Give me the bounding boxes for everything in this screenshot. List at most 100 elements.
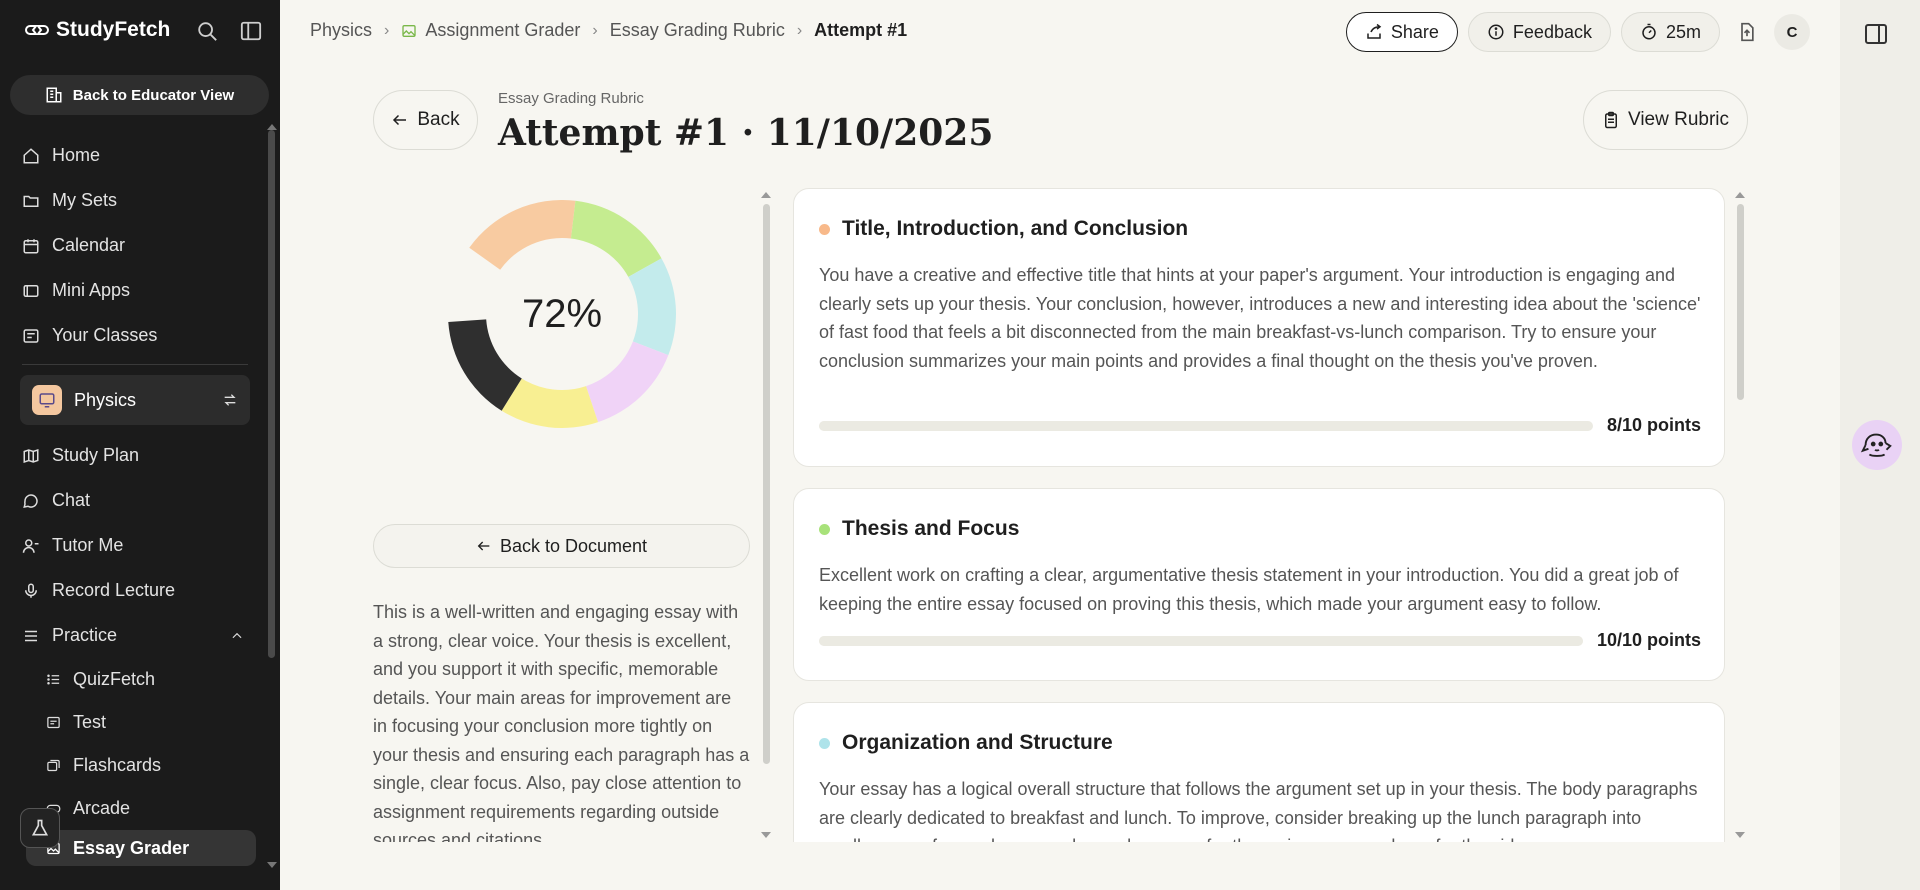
- criterion-dot: [819, 223, 830, 235]
- mascot-assistant-button[interactable]: [1852, 420, 1902, 470]
- score-label: 72%: [521, 291, 603, 336]
- sidebar-item-label: Essay Grader: [73, 837, 190, 858]
- sidebar-item-study-plan[interactable]: Study Plan: [0, 433, 270, 478]
- lab-button[interactable]: [20, 808, 60, 848]
- breadcrumb-label: Assignment Grader: [425, 20, 581, 40]
- sidebar-item-my-sets[interactable]: My Sets: [0, 178, 270, 223]
- sidebar-item-essay-grader[interactable]: Essay Grader: [26, 830, 256, 866]
- topbar: Physics › Assignment Grader › Essay Grad…: [280, 0, 1840, 66]
- share-label: Share: [1390, 21, 1439, 42]
- sidebar-item-record-lecture[interactable]: Record Lecture: [0, 568, 270, 613]
- chevron-right-icon: ›: [796, 21, 803, 39]
- score-donut: 72%: [448, 200, 676, 428]
- home-icon: [23, 147, 39, 163]
- criterion-points: 10/10 points: [1596, 630, 1701, 650]
- sidebar-item-quizfetch[interactable]: QuizFetch: [0, 658, 270, 701]
- page-eyebrow: Essay Grading Rubric: [498, 90, 644, 107]
- back-button[interactable]: Back: [373, 90, 478, 150]
- monitor-icon: [39, 393, 55, 408]
- mascot-dog-icon: [1860, 433, 1892, 457]
- breadcrumb-assignment-grader[interactable]: Assignment Grader: [401, 20, 580, 41]
- sidebar-item-label: QuizFetch: [73, 669, 156, 689]
- back-label: Back: [417, 109, 460, 130]
- sidebar-item-label: Flashcards: [73, 755, 162, 775]
- breadcrumb-physics[interactable]: Physics: [310, 20, 372, 41]
- folder-icon: [23, 195, 39, 207]
- criterion-progress-fill: [819, 635, 1583, 646]
- list-icon: [47, 674, 60, 685]
- view-rubric-button[interactable]: View Rubric: [1583, 90, 1748, 150]
- left-scrollbar[interactable]: [763, 204, 770, 764]
- criterion-score-row: 8/10 points: [819, 415, 1701, 436]
- calendar-icon: [23, 238, 39, 253]
- sidebar-item-mini-apps[interactable]: Mini Apps: [0, 268, 270, 313]
- criterion-feedback: You have a creative and effective title …: [819, 265, 1701, 371]
- search-icon[interactable]: [196, 20, 218, 42]
- criterion-dot: [819, 737, 830, 749]
- sidebar-item-practice[interactable]: Practice: [0, 613, 270, 658]
- sidebar-item-home[interactable]: Home: [0, 133, 270, 178]
- criterion-card: Title, Introduction, and Conclusion You …: [793, 188, 1725, 467]
- sidebar-item-flashcards[interactable]: Flashcards: [0, 744, 270, 787]
- breadcrumb-essay-grading-rubric[interactable]: Essay Grading Rubric: [610, 20, 785, 41]
- chevron-right-icon: ›: [384, 21, 390, 39]
- criterion-dot: [819, 523, 830, 535]
- map-icon: [23, 448, 39, 463]
- sidebar-item-chat[interactable]: Chat: [0, 478, 270, 523]
- sidebar-item-your-classes[interactable]: Your Classes: [0, 313, 270, 358]
- sidebar-item-label: Test: [73, 712, 107, 732]
- sidebar-scrollbar[interactable]: [268, 130, 275, 658]
- sidebar-divider: [22, 364, 248, 365]
- top-actions: Share Feedback 25m C: [1345, 12, 1840, 52]
- building-icon: [46, 87, 62, 103]
- back-to-educator-label: Back to Educator View: [72, 86, 235, 104]
- panel-toggle-icon[interactable]: [1864, 22, 1888, 46]
- brand[interactable]: StudyFetch: [24, 18, 170, 42]
- cards-scroll-down[interactable]: [1735, 832, 1745, 838]
- flask-icon: [31, 819, 49, 836]
- criterion-title: Organization and Structure: [842, 731, 1113, 754]
- left-scroll-up[interactable]: [761, 192, 771, 198]
- sidebar-item-calendar[interactable]: Calendar: [0, 223, 270, 268]
- studyfetch-logo-icon: [24, 25, 50, 35]
- chat-icon: [23, 493, 38, 508]
- overall-feedback: This is a well-written and engaging essa…: [373, 602, 750, 842]
- apps-icon: [23, 284, 39, 297]
- swap-icon[interactable]: [222, 392, 238, 408]
- sidebar-nav: Home My Sets Calendar Mini Apps Your Cla…: [0, 133, 270, 866]
- criterion-header: Thesis and Focus: [819, 517, 1019, 541]
- criterion-card: Organization and Structure Your essay ha…: [793, 702, 1725, 842]
- class-switcher[interactable]: Physics: [20, 375, 250, 425]
- left-scroll-down[interactable]: [761, 832, 771, 838]
- chevron-up-icon[interactable]: [230, 629, 244, 643]
- sidebar-item-tutor-me[interactable]: Tutor Me: [0, 523, 270, 568]
- view-rubric-label: View Rubric: [1627, 109, 1730, 130]
- avatar-initial: C: [1786, 23, 1798, 41]
- sidebar-toggle-icon[interactable]: [240, 20, 262, 42]
- sidebar-item-label: Chat: [52, 490, 91, 510]
- criterion-header: Title, Introduction, and Conclusion: [819, 217, 1188, 241]
- feedback-button[interactable]: Feedback: [1467, 12, 1611, 52]
- cards-scrollbar[interactable]: [1737, 204, 1744, 400]
- timer-icon: [1642, 23, 1656, 40]
- cards-scroll-up[interactable]: [1735, 192, 1745, 198]
- avatar[interactable]: C: [1774, 14, 1810, 50]
- back-to-document-button[interactable]: Back to Document: [373, 524, 750, 568]
- criterion-feedback: Excellent work on crafting a clear, argu…: [819, 565, 1679, 614]
- upload-button[interactable]: [1730, 15, 1764, 49]
- timer-label: 25m: [1665, 21, 1701, 42]
- brand-name: StudyFetch: [56, 18, 171, 41]
- timer-button[interactable]: 25m: [1620, 12, 1720, 52]
- tutor-icon: [22, 538, 39, 553]
- page-title: Attempt #1 · 11/10/2025: [498, 112, 994, 154]
- share-button[interactable]: Share: [1345, 12, 1458, 52]
- sidebar-scroll-down[interactable]: [267, 862, 277, 868]
- criterion-header: Organization and Structure: [819, 731, 1113, 755]
- back-to-educator-button[interactable]: Back to Educator View: [10, 75, 269, 115]
- sidebar-item-test[interactable]: Test: [0, 701, 270, 744]
- sidebar-item-label: Mini Apps: [52, 280, 131, 300]
- criterion-progress-bar: [819, 420, 1593, 431]
- cards-icon: [47, 759, 60, 772]
- practice-icon: [25, 630, 37, 641]
- sidebar-item-label: My Sets: [52, 190, 118, 210]
